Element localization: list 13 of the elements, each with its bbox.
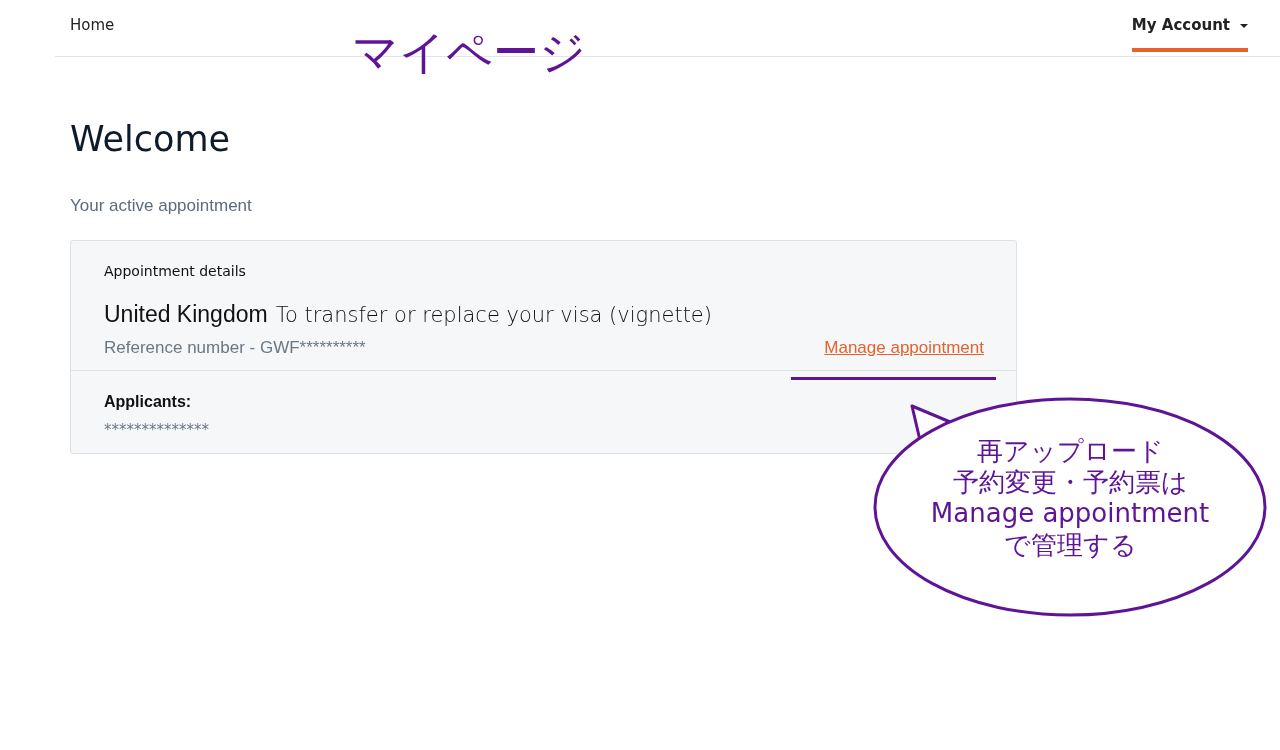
reference-number: Reference number - GWF********** bbox=[104, 338, 366, 358]
callout-text: 再アップロード 予約変更・予約票は Manage appointment で管理する bbox=[930, 436, 1210, 561]
caret-icon bbox=[1240, 24, 1248, 28]
card-heading: Appointment details bbox=[104, 263, 247, 279]
applicants-label: Applicants: bbox=[104, 393, 193, 411]
annotation-title: マイページ bbox=[352, 24, 586, 81]
service-name: To transfer or replace your visa (vignette) bbox=[275, 303, 712, 327]
nav-link[interactable]: Home bbox=[70, 0, 115, 52]
page-title: Welcome bbox=[70, 119, 232, 159]
applicants-value: ************** bbox=[104, 421, 210, 439]
country-name: United Kingdom bbox=[104, 301, 268, 328]
account-menu[interactable]: My Account bbox=[1131, 0, 1248, 52]
section-label: Your active appointment bbox=[70, 196, 253, 216]
